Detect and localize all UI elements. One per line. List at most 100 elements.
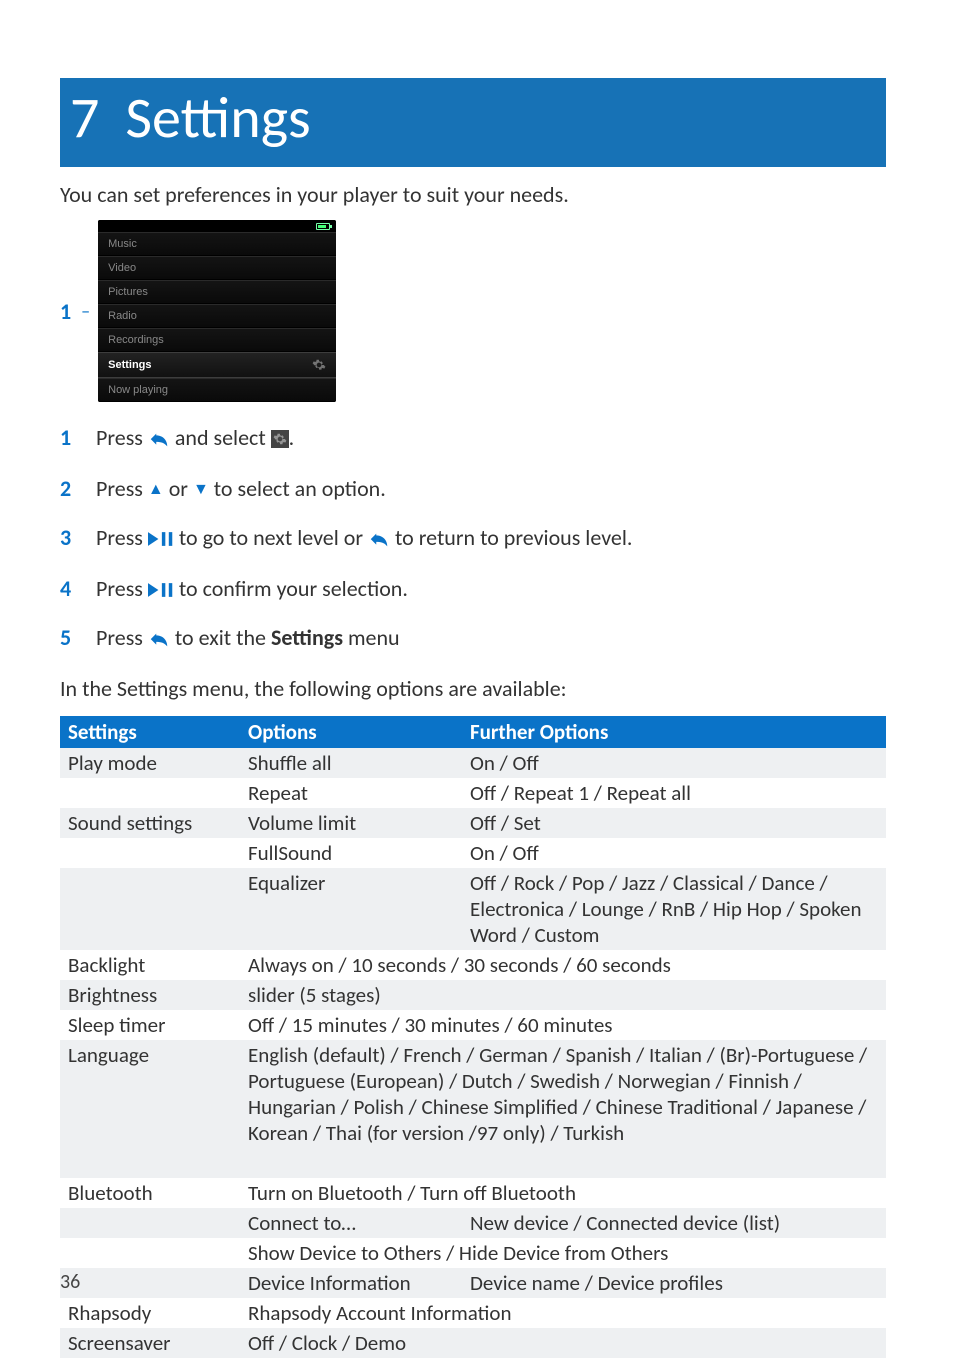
- chapter-number: 7: [70, 82, 99, 153]
- chapter-heading: 7 Settings: [60, 78, 886, 167]
- back-icon: [148, 426, 170, 453]
- cell-further: Off / Set: [462, 808, 886, 838]
- cell-further: New device / Connected device (list): [462, 1208, 886, 1238]
- page-number: 36: [60, 1270, 80, 1294]
- cell-setting: Language: [60, 1040, 240, 1148]
- cell-further: On / Off: [462, 748, 886, 778]
- callout-tick: –: [81, 300, 90, 322]
- cell-further: Device name / Device profiles: [462, 1268, 886, 1298]
- table-row: RepeatOff / Repeat 1 / Repeat all: [60, 778, 886, 808]
- up-arrow-icon: ▲: [148, 480, 164, 499]
- intro-text: You can set preferences in your player t…: [60, 181, 886, 208]
- cell-setting: Rhapsody: [60, 1298, 240, 1328]
- cell-option: Equalizer: [240, 868, 462, 950]
- back-icon: [368, 526, 390, 553]
- table-header: Further Options: [462, 716, 886, 748]
- cell-options-span: [240, 1148, 886, 1178]
- cell-setting: Play mode: [60, 748, 240, 778]
- battery-icon: [316, 223, 330, 230]
- step-text: Press to confirm your selection.: [96, 575, 886, 602]
- step-number: 3: [60, 524, 78, 551]
- callout-number: 1: [60, 298, 71, 325]
- cell-options-span: Show Device to Others / Hide Device from…: [240, 1238, 886, 1268]
- cell-setting: [60, 1238, 240, 1268]
- device-menu-item: Video: [98, 256, 336, 280]
- device-mock: MusicVideoPicturesRadioRecordingsSetting…: [98, 220, 336, 402]
- device-menu-item: Recordings: [98, 328, 336, 352]
- step-text: Press to exit the Settings menu: [96, 624, 886, 653]
- cell-setting: Screensaver: [60, 1328, 240, 1358]
- cell-further: On / Off: [462, 838, 886, 868]
- cell-option: Repeat: [240, 778, 462, 808]
- play-pause-icon: [148, 575, 174, 602]
- cell-options-span: Rhapsody Account Information: [240, 1298, 886, 1328]
- table-row: Device InformationDevice name / Device p…: [60, 1268, 886, 1298]
- instruction-step: 5 Press to exit the Settings menu: [60, 624, 886, 653]
- cell-setting: [60, 1148, 240, 1178]
- instruction-step: 1 Press and select .: [60, 424, 886, 453]
- step-number: 4: [60, 575, 78, 602]
- cell-option: FullSound: [240, 838, 462, 868]
- device-menu-item: Settings: [98, 352, 336, 378]
- cell-setting: [60, 838, 240, 868]
- table-row: Sound settingsVolume limitOff / Set: [60, 808, 886, 838]
- step-text: Press ▲ or ▼ to select an option.: [96, 475, 886, 502]
- cell-options-span: slider (5 stages): [240, 980, 886, 1010]
- cell-option: Connect to…: [240, 1208, 462, 1238]
- cell-options-span: Off / Clock / Demo: [240, 1328, 886, 1358]
- cell-further: Off / Rock / Pop / Jazz / Classical / Da…: [462, 868, 886, 950]
- table-row: Play modeShuffle allOn / Off: [60, 748, 886, 778]
- step-number: 1: [60, 424, 78, 451]
- table-row: BacklightAlways on / 10 seconds / 30 sec…: [60, 950, 886, 980]
- step-number: 2: [60, 475, 78, 502]
- device-menu-item: Radio: [98, 304, 336, 328]
- chapter-title: Settings: [125, 82, 310, 153]
- settings-table: Settings Options Further Options Play mo…: [60, 716, 886, 1358]
- cell-setting: Backlight: [60, 950, 240, 980]
- table-row: ScreensaverOff / Clock / Demo: [60, 1328, 886, 1358]
- cell-setting: Sleep timer: [60, 1010, 240, 1040]
- table-row: Show Device to Others / Hide Device from…: [60, 1238, 886, 1268]
- cell-setting: [60, 868, 240, 950]
- cell-setting: Sound settings: [60, 808, 240, 838]
- step-text: Press to go to next level or to return t…: [96, 524, 886, 553]
- device-screenshot-area: 1 – MusicVideoPicturesRadioRecordingsSet…: [60, 220, 886, 402]
- gear-icon: [271, 430, 289, 448]
- table-row: RhapsodyRhapsody Account Information: [60, 1298, 886, 1328]
- table-header: Options: [240, 716, 462, 748]
- table-row: Sleep timerOff / 15 minutes / 30 minutes…: [60, 1010, 886, 1040]
- gear-icon: [312, 358, 326, 372]
- table-row: FullSoundOn / Off: [60, 838, 886, 868]
- device-menu-item: Now playing: [98, 378, 336, 402]
- table-row: EqualizerOff / Rock / Pop / Jazz / Class…: [60, 868, 886, 950]
- table-row: Connect to…New device / Connected device…: [60, 1208, 886, 1238]
- cell-options-span: English (default) / French / German / Sp…: [240, 1040, 886, 1148]
- cell-option: Volume limit: [240, 808, 462, 838]
- sub-intro: In the Settings menu, the following opti…: [60, 675, 886, 702]
- instruction-steps: 1 Press and select . 2 Press ▲ or ▼ to sele…: [60, 424, 886, 653]
- table-header: Settings: [60, 716, 240, 748]
- cell-setting: [60, 778, 240, 808]
- cell-options-span: Turn on Bluetooth / Turn off Bluetooth: [240, 1178, 886, 1208]
- cell-option: Shuffle all: [240, 748, 462, 778]
- cell-setting: Brightness: [60, 980, 240, 1010]
- cell-setting: [60, 1268, 240, 1298]
- play-pause-icon: [148, 524, 174, 551]
- cell-options-span: Off / 15 minutes / 30 minutes / 60 minut…: [240, 1010, 886, 1040]
- step-text: Press and select .: [96, 424, 886, 453]
- step-number: 5: [60, 624, 78, 651]
- back-icon: [148, 626, 170, 653]
- instruction-step: 3 Press to go to next level or to return …: [60, 524, 886, 553]
- table-row: Brightnessslider (5 stages): [60, 980, 886, 1010]
- table-row: [60, 1148, 886, 1178]
- cell-setting: [60, 1208, 240, 1238]
- cell-option: Device Information: [240, 1268, 462, 1298]
- cell-options-span: Always on / 10 seconds / 30 seconds / 60…: [240, 950, 886, 980]
- cell-setting: Bluetooth: [60, 1178, 240, 1208]
- device-menu-item: Music: [98, 232, 336, 256]
- down-arrow-icon: ▼: [193, 480, 209, 499]
- instruction-step: 4 Press to confirm your selection.: [60, 575, 886, 602]
- instruction-step: 2 Press ▲ or ▼ to select an option.: [60, 475, 886, 502]
- cell-further: Off / Repeat 1 / Repeat all: [462, 778, 886, 808]
- table-row: LanguageEnglish (default) / French / Ger…: [60, 1040, 886, 1148]
